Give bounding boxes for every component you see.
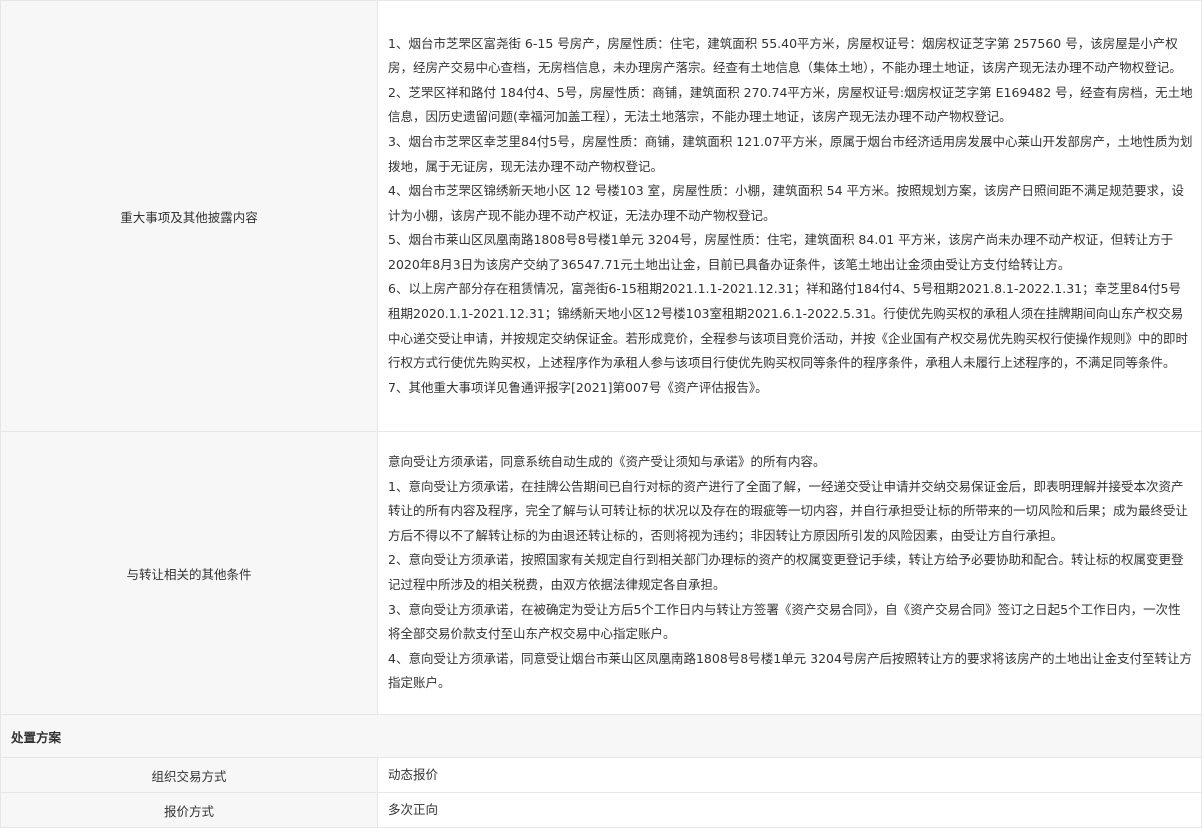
row-content: 意向受让方须承诺，同意系统自动生成的《资产受让须知与承诺》的所有内容。 1、意向… — [377, 431, 1202, 715]
paragraph: 3、烟台市芝罘区幸芝里84付5号，房屋性质：商铺，建筑面积 121.07平方米，… — [388, 133, 1193, 174]
paragraph: 7、其他重大事项详见鲁通评报字[2021]第007号《资产评估报告》。 — [388, 379, 768, 395]
paragraph: 1、烟台市芝罘区富尧街 6-15 号房产，房屋性质：住宅，建筑面积 55.40平… — [388, 35, 1182, 76]
paragraph: 1、意向受让方须承诺，在挂牌公告期间已自行对标的资产进行了全面了解，一经递交受让… — [388, 478, 1189, 543]
paragraph: 2、意向受让方须承诺，按照国家有关规定自行到相关部门办理标的资产的权属变更登记手… — [388, 552, 1184, 592]
paragraph: 4、烟台市芝罘区锦绣新天地小区 12 号楼103 室，房屋性质：小棚，建筑面积 … — [388, 183, 1184, 223]
paragraph: 3、意向受让方须承诺，在被确定为受让方后5个工作日内与转让方签署《资产交易合同》… — [388, 601, 1181, 642]
row-major-disclosures: 重大事项及其他披露内容 1、烟台市芝罘区富尧街 6-15 号房产，房屋性质：住宅… — [0, 0, 1202, 432]
detail-table: 重大事项及其他披露内容 1、烟台市芝罘区富尧街 6-15 号房产，房屋性质：住宅… — [0, 0, 1202, 828]
row-label: 重大事项及其他披露内容 — [0, 0, 378, 432]
row-label: 与转让相关的其他条件 — [0, 431, 378, 715]
paragraph: 4、意向受让方须承诺，同意受让烟台市莱山区凤凰南路1808号8号楼1单元 320… — [388, 650, 1192, 691]
row-label: 组织交易方式 — [0, 757, 378, 793]
paragraph: 5、烟台市莱山区凤凰南路1808号8号楼1单元 3204号，房屋性质：住宅，建筑… — [388, 232, 1174, 272]
row-trade-method: 组织交易方式 动态报价 — [0, 757, 1202, 793]
row-content: 1、烟台市芝罘区富尧街 6-15 号房产，房屋性质：住宅，建筑面积 55.40平… — [377, 0, 1202, 432]
paragraph: 6、以上房产部分存在租赁情况，富尧街6-15租期2021.1.1-2021.12… — [388, 281, 1189, 371]
row-transfer-conditions: 与转让相关的其他条件 意向受让方须承诺，同意系统自动生成的《资产受让须知与承诺》… — [0, 431, 1202, 715]
row-quote-method: 报价方式 多次正向 — [0, 792, 1202, 828]
paragraph: 意向受让方须承诺，同意系统自动生成的《资产受让须知与承诺》的所有内容。 — [388, 454, 826, 470]
paragraph: 2、芝罘区祥和路付 184付4、5号，房屋性质：商铺，建筑面积 270.74平方… — [388, 84, 1193, 125]
section-header-row: 处置方案 — [0, 714, 1202, 758]
row-label: 报价方式 — [0, 792, 378, 828]
row-value: 动态报价 — [377, 757, 1202, 793]
row-value: 多次正向 — [377, 792, 1202, 828]
section-title: 处置方案 — [0, 714, 1202, 758]
